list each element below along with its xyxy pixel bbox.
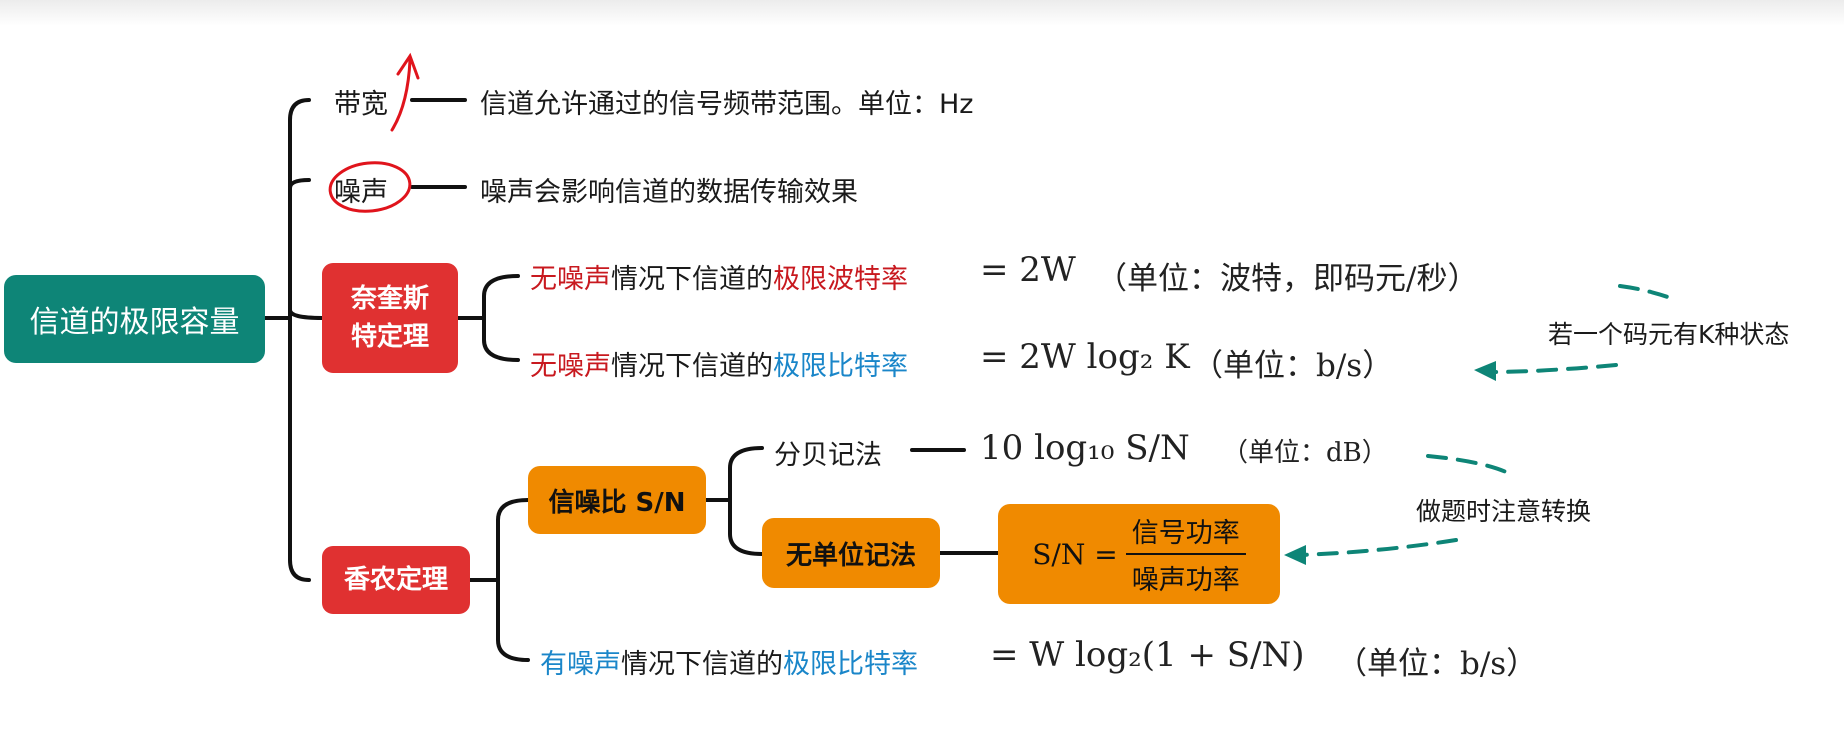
noiseless-label: 无噪声 — [530, 264, 611, 295]
bandwidth-desc: 信道允许通过的信号频带范围。单位：Hz — [480, 89, 974, 120]
bit-rate-term: 极限比特率 — [783, 649, 918, 680]
baud-rate-unit: （单位：波特，即码元/秒） — [1096, 261, 1479, 297]
nyquist-title-line1: 奈奎斯 — [350, 284, 429, 314]
bandwidth-term: 带宽 — [334, 89, 388, 120]
noise-term: 噪声 — [334, 177, 388, 208]
condition-text: 情况下信道的 — [621, 649, 783, 680]
nyquist-bitrate-formula: = 2W log₂ K — [980, 337, 1190, 377]
note2-tail — [1426, 454, 1516, 478]
noisy-label: 有噪声 — [540, 649, 621, 680]
nyquist-theorem-node: 奈奎斯 特定理 — [322, 263, 458, 373]
baud-rate-formula: = 2W — [980, 250, 1076, 290]
nyquist-fork — [482, 274, 520, 362]
noiseless-label: 无噪声 — [530, 351, 611, 382]
note1-arrow-line — [1488, 363, 1618, 374]
decibel-unit: （单位：dB） — [1222, 438, 1388, 468]
bit-rate-term: 极限比特率 — [773, 351, 908, 382]
arrowhead-icon — [1284, 545, 1306, 565]
symbol-states-note: 若一个码元有K种状态 — [1548, 320, 1790, 349]
note2-arrow-line — [1298, 538, 1458, 557]
baud-rate-term: 极限波特率 — [773, 264, 908, 295]
nyquist-row-baud: 无噪声情况下信道的极限波特率 — [530, 257, 908, 296]
root-label: 信道的极限容量 — [29, 305, 240, 340]
power-fraction: 信号功率 噪声功率 — [1125, 511, 1246, 597]
decibel-formula: 10 log₁₀ S/N — [980, 428, 1190, 468]
arrowhead-icon — [1474, 361, 1496, 381]
snr-lhs: S/N = — [1032, 537, 1118, 571]
decibel-notation-label: 分贝记法 — [774, 440, 882, 471]
snr-node: 信噪比 S/N — [528, 466, 706, 534]
shannon-title: 香农定理 — [343, 565, 448, 595]
shannon-unit: （单位：b/s） — [1336, 646, 1538, 682]
unitless-notation-node: 无单位记法 — [762, 518, 940, 588]
snr-title: 信噪比 S/N — [548, 487, 686, 518]
shannon-formula: = W log₂(1 + S/N) — [990, 635, 1305, 675]
condition-text: 情况下信道的 — [611, 351, 773, 382]
snr-ratio-formula: S/N = 信号功率 噪声功率 — [998, 504, 1280, 604]
noise-branch — [288, 178, 311, 190]
condition-text: 情况下信道的 — [611, 264, 773, 295]
note1-tail — [1618, 284, 1678, 302]
noise-power: 噪声功率 — [1131, 565, 1240, 596]
root-node: 信道的极限容量 — [4, 275, 265, 363]
nyquist-bitrate-unit: （单位：b/s） — [1192, 348, 1394, 384]
nyquist-branch — [288, 308, 324, 320]
noise-desc: 噪声会影响信道的数据传输效果 — [480, 177, 858, 208]
nyquist-title-line2: 特定理 — [350, 322, 429, 352]
signal-power: 信号功率 — [1125, 511, 1246, 555]
shannon-row-bitrate: 有噪声情况下信道的极限比特率 — [540, 642, 918, 681]
unitless-label: 无单位记法 — [785, 540, 916, 571]
conversion-note: 做题时注意转换 — [1416, 497, 1592, 526]
shannon-theorem-node: 香农定理 — [322, 546, 470, 614]
hand-drawn-arrow-icon — [390, 52, 420, 132]
shannon-fork — [496, 498, 530, 662]
nyquist-row-bitrate: 无噪声情况下信道的极限比特率 — [530, 344, 908, 383]
main-spine — [288, 98, 311, 582]
snr-fork — [728, 446, 764, 556]
